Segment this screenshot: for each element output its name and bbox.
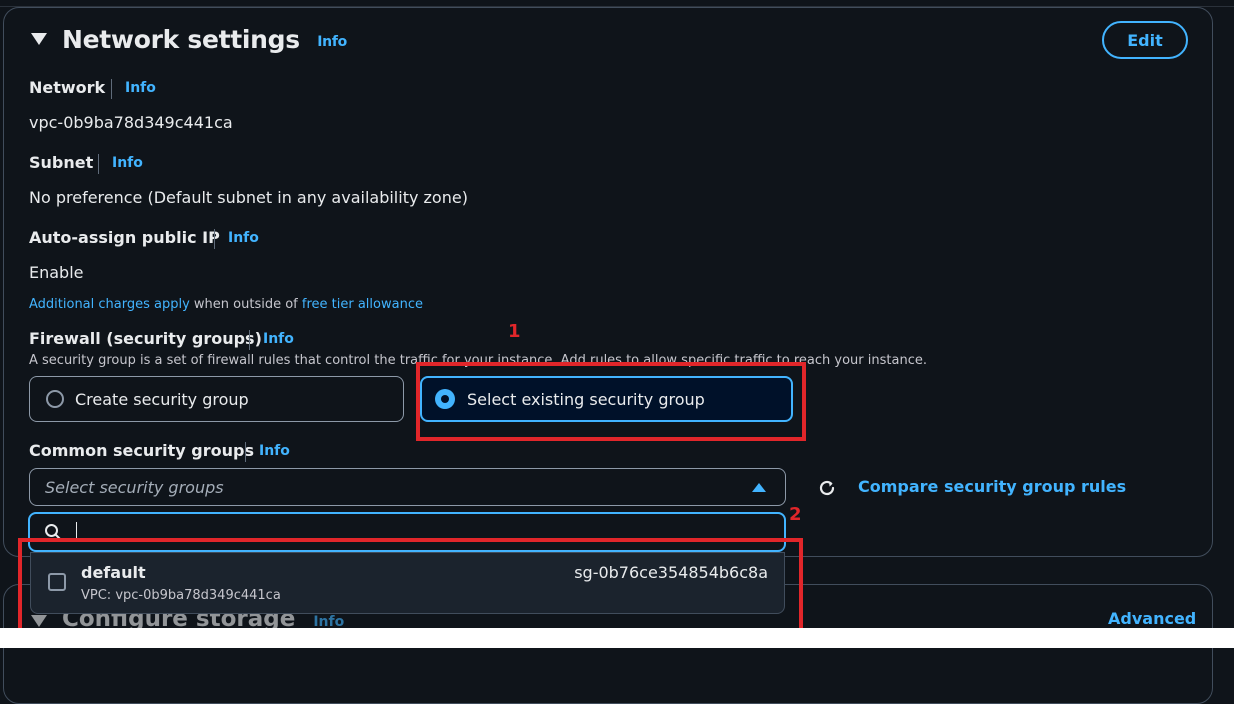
auto-ip-value: Enable — [29, 263, 84, 282]
network-value: vpc-0b9ba78d349c441ca — [29, 113, 233, 132]
section-title: Network settings Info — [62, 25, 347, 54]
caret-up-icon — [752, 483, 766, 492]
network-info-link[interactable]: Info — [125, 80, 156, 96]
firewall-label: Firewall (security groups) — [29, 329, 262, 348]
common-sg-info-link[interactable]: Info — [259, 443, 290, 459]
advanced-link[interactable]: Advanced — [1108, 609, 1196, 628]
auto-ip-info-link[interactable]: Info — [228, 230, 259, 246]
common-sg-label: Common security groups — [29, 441, 255, 460]
subnet-info-link[interactable]: Info — [112, 155, 143, 171]
subnet-value: No preference (Default subnet in any ava… — [29, 188, 468, 207]
screenshot-edge — [0, 628, 1234, 648]
refresh-icon[interactable] — [817, 478, 837, 498]
charges-note: Additional charges apply when outside of… — [29, 297, 423, 312]
annotation-box-1 — [416, 362, 806, 441]
create-security-group-option[interactable]: Create security group — [29, 376, 404, 422]
firewall-info-link[interactable]: Info — [263, 331, 294, 347]
info-link[interactable]: Info — [317, 34, 347, 50]
auto-ip-label: Auto-assign public IP — [29, 228, 220, 247]
radio-unchecked-icon[interactable] — [46, 390, 64, 408]
divider — [111, 79, 112, 99]
caret-down-icon[interactable] — [31, 33, 47, 45]
network-label: Network — [29, 78, 106, 97]
additional-charges-link[interactable]: Additional charges apply — [29, 297, 190, 312]
divider — [98, 154, 99, 174]
free-tier-link[interactable]: free tier allowance — [302, 297, 423, 312]
divider — [245, 442, 246, 462]
annotation-marker-1: 1 — [508, 321, 521, 342]
annotation-box-2 — [18, 538, 803, 633]
option-label: Create security group — [75, 389, 249, 409]
note-text: when outside of — [189, 297, 302, 312]
edit-button[interactable]: Edit — [1102, 21, 1188, 59]
security-groups-select[interactable]: Select security groups — [29, 468, 786, 506]
subnet-label: Subnet — [29, 153, 94, 172]
annotation-marker-2: 2 — [789, 504, 802, 525]
select-placeholder: Select security groups — [45, 477, 224, 497]
divider — [214, 229, 215, 249]
compare-security-group-rules-link[interactable]: Compare security group rules — [858, 477, 1126, 496]
divider — [249, 330, 250, 350]
